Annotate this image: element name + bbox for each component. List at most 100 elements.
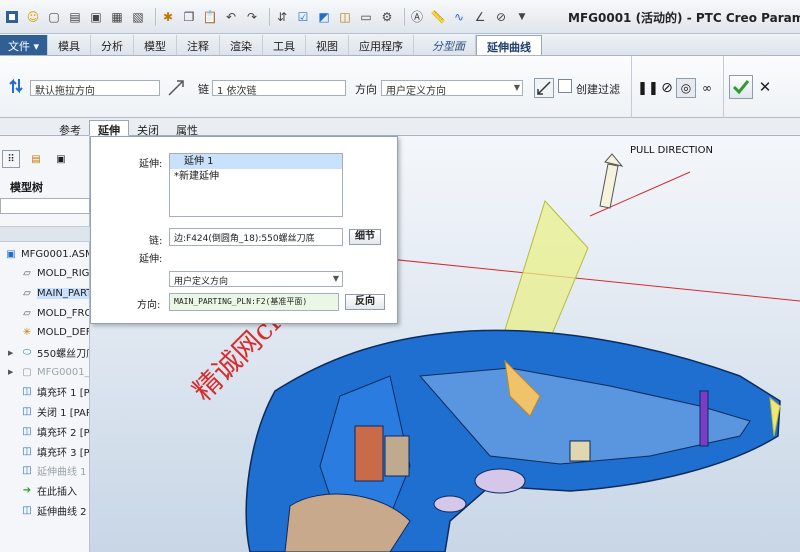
tab-annotate[interactable]: 注释 — [177, 35, 221, 55]
layer-icon[interactable]: ▤ — [27, 150, 45, 168]
surface-icon: ◫ — [22, 406, 32, 418]
subtab-extend[interactable]: 延伸 — [89, 120, 129, 137]
subtab-references[interactable]: 参考 — [50, 120, 90, 137]
tree-row[interactable]: ◫ 关闭 1 [PART — [20, 402, 89, 422]
direction-label-panel: 方向: — [137, 300, 161, 311]
direction-label: 方向 — [355, 83, 377, 96]
chevron-down-icon: ▼ — [332, 274, 339, 283]
tab-analysis[interactable]: 分析 — [91, 35, 135, 55]
part-icon: ⬭ — [22, 347, 32, 358]
settings-icon[interactable]: ▣ — [52, 150, 70, 168]
expand-arrow-icon[interactable]: ▶ — [8, 368, 13, 376]
create-filter-label: 创建过滤 — [576, 83, 620, 96]
cancel-x-icon[interactable]: ✕ — [755, 77, 775, 97]
tree-row[interactable]: ▶ ▢ MFG0001_WRK — [8, 362, 89, 382]
tab-file[interactable]: 文件 ▾ — [0, 35, 49, 55]
tree-row[interactable]: ◫ 延伸曲线 1 [PA — [20, 461, 89, 481]
tab-view[interactable]: 视图 — [306, 35, 350, 55]
dropdown-icon[interactable]: ▼ — [514, 9, 530, 25]
app-icon[interactable] — [4, 9, 20, 25]
surface-icon: ◫ — [22, 465, 32, 477]
tree-row[interactable]: ▱ MAIN_PARTING_PLN — [20, 283, 89, 303]
tab-applications[interactable]: 应用程序 — [349, 35, 415, 55]
annotation-icon[interactable]: Ⓐ — [409, 9, 425, 25]
ok-check-icon[interactable] — [729, 75, 753, 99]
extend-type-label: 延伸: — [139, 254, 163, 265]
tab-mold[interactable]: 模具 — [48, 35, 92, 55]
flip-pull-direction-icon[interactable] — [6, 76, 26, 96]
checkbox-tool-icon[interactable]: ☑ — [295, 9, 311, 25]
verify-glasses-icon[interactable]: ∞ — [697, 78, 717, 98]
redo-icon[interactable]: ↷ — [244, 9, 260, 25]
pause-icon[interactable]: ❚❚ — [637, 78, 659, 98]
tree-item-label: 延伸曲线 2 — [37, 506, 87, 518]
diameter-icon[interactable]: ⊘ — [493, 9, 509, 25]
tab-tools[interactable]: 工具 — [263, 35, 307, 55]
edit-tool-icon[interactable]: ◩ — [316, 9, 332, 25]
direction-select[interactable]: 用户定义方向 ▼ — [381, 80, 523, 96]
tree-row[interactable]: ▱ MOLD_FRONT — [20, 303, 89, 323]
details-button[interactable]: 细节 — [349, 229, 381, 245]
open-file-icon[interactable]: ▤ — [67, 9, 83, 25]
tree-view-icon[interactable]: ⠿ — [2, 150, 20, 168]
tree-row[interactable]: ▶ ⬭ 550螺丝刀底 — [8, 343, 89, 363]
workpiece-icon: ▢ — [22, 366, 32, 378]
no-preview-icon[interactable]: ⊘ — [657, 78, 677, 98]
subtab-properties[interactable]: 属性 — [167, 120, 207, 137]
tree-row[interactable]: ◫ 填充环 1 [PART — [20, 382, 89, 402]
tree-item-label: MOLD_FRONT — [37, 307, 89, 319]
tab-render[interactable]: 渲染 — [220, 35, 264, 55]
extension-list[interactable]: 延伸 1 *新建延伸 — [169, 153, 343, 217]
regenerate-icon[interactable]: ✱ — [160, 9, 176, 25]
flip-direction-icon[interactable] — [534, 78, 554, 98]
window-icon[interactable]: ▭ — [358, 9, 374, 25]
spline-icon[interactable]: ∿ — [451, 9, 467, 25]
direction-reference-field[interactable]: MAIN_PARTING_PLN:F2(基准平面) — [169, 293, 339, 311]
dashboard-subtabs: 参考 延伸 关闭 属性 — [0, 118, 800, 137]
create-filter-checkbox[interactable] — [558, 79, 572, 93]
new-file-icon[interactable]: ▢ — [46, 9, 62, 25]
tree-item-label: MFG0001.ASM — [21, 248, 89, 260]
pull-direction-field[interactable]: 默认拖拉方向 — [30, 80, 160, 96]
tree-row[interactable]: ◫ 填充环 2 [PAR — [20, 421, 89, 441]
extension-list-item-new[interactable]: *新建延伸 — [170, 169, 342, 184]
measure-icon[interactable]: 📏 — [430, 9, 446, 25]
tab-extend-curve[interactable]: 延伸曲线 — [476, 35, 543, 55]
undo-icon[interactable]: ↶ — [223, 9, 239, 25]
tree-row[interactable]: ➔ 在此插入 — [20, 480, 77, 500]
copy-icon[interactable]: ❐ — [181, 9, 197, 25]
save-icon[interactable]: ▣ — [88, 9, 104, 25]
reverse-button[interactable]: 反向 — [345, 294, 385, 310]
surface-icon: ◫ — [22, 386, 32, 398]
save-copy-icon[interactable]: ▦ — [109, 9, 125, 25]
expand-arrow-icon[interactable]: ▶ — [8, 349, 13, 357]
extend-type-select[interactable]: 用户定义方向 ▼ — [169, 271, 343, 287]
tree-row[interactable]: ▱ MOLD_RIGHT — [20, 264, 89, 284]
surface-icon: ◫ — [22, 425, 32, 437]
sketch-tool-icon[interactable]: ◫ — [337, 9, 353, 25]
datum-plane-icon: ▱ — [23, 307, 31, 319]
paste-icon[interactable]: 📋 — [202, 9, 218, 25]
preview-icon[interactable]: ◎ — [676, 78, 696, 98]
tree-item-label: 填充环 2 [PAR — [37, 427, 89, 439]
subtab-close[interactable]: 关闭 — [128, 120, 168, 137]
smiley-icon[interactable]: ☺ — [25, 9, 41, 25]
tree-row[interactable]: ✳ MOLD_DEF_CSYS — [20, 323, 89, 343]
direction-reference-icon[interactable] — [166, 78, 186, 98]
tree-row[interactable]: ◫ 延伸曲线 2 — [20, 500, 87, 520]
tree-item-label: 延伸曲线 1 [PA — [37, 467, 89, 479]
close-window-icon[interactable]: ▧ — [130, 9, 146, 25]
tab-parting-surface[interactable]: 分型面 — [422, 35, 477, 55]
tree-search-field[interactable] — [0, 198, 90, 214]
select-filter-icon[interactable]: ⇵ — [274, 9, 290, 25]
more-tools-icon[interactable]: ⚙ — [379, 9, 395, 25]
tab-model[interactable]: 模型 — [134, 35, 178, 55]
extension-list-item-1[interactable]: 延伸 1 — [170, 154, 342, 169]
tree-row[interactable]: ◫ 填充环 3 [PAR — [20, 441, 89, 461]
window-title: MFG0001 (活动的) - PTC Creo Paramet — [568, 11, 800, 25]
chevron-down-icon: ▼ — [513, 83, 520, 92]
tree-row[interactable]: ▣ MFG0001.ASM — [4, 244, 89, 264]
chain-reference-field[interactable]: 边:F424(倒圆角_18):550螺丝刀底 — [169, 228, 343, 246]
angle-icon[interactable]: ∠ — [472, 9, 488, 25]
chain-field[interactable]: 1 依次链 — [212, 80, 346, 96]
